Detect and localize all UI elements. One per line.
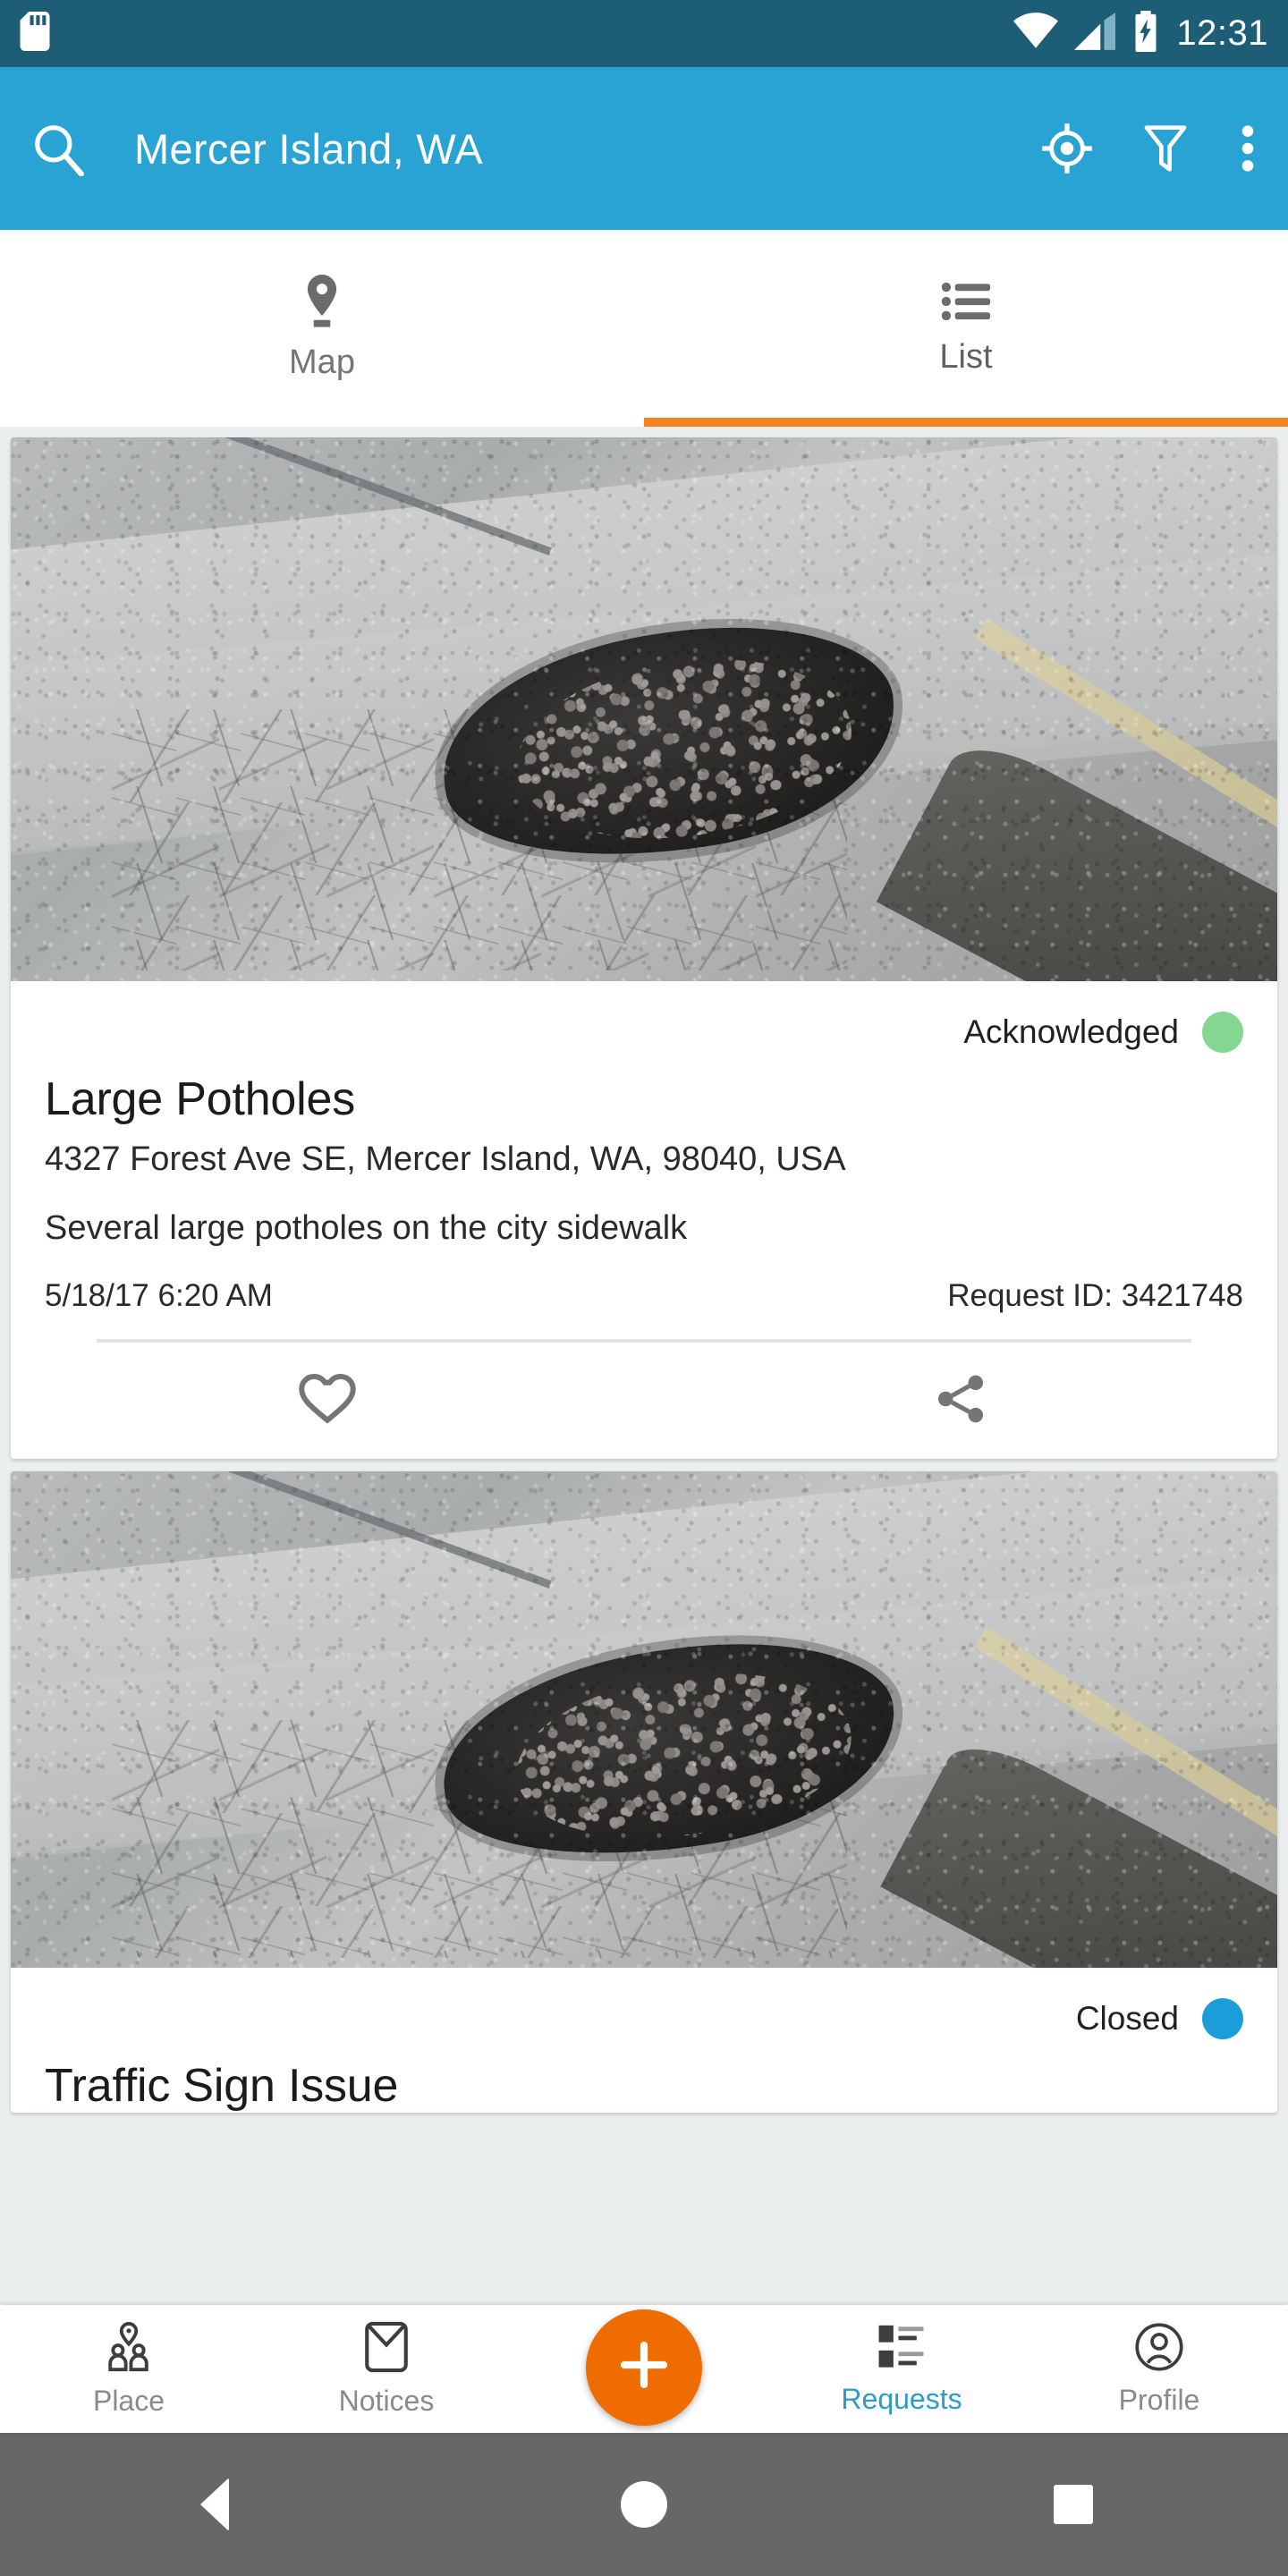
nav-label-notices: Notices xyxy=(338,2384,435,2417)
list-icon xyxy=(941,280,990,327)
heart-icon xyxy=(298,1372,357,1430)
sd-card-icon xyxy=(20,12,50,55)
cell-signal-icon xyxy=(1074,13,1116,55)
status-badge: Acknowledged xyxy=(45,997,1243,1056)
android-home-button[interactable] xyxy=(429,2481,859,2528)
request-card[interactable]: Acknowledged Large Potholes 4327 Forest … xyxy=(11,437,1277,1459)
status-label: Acknowledged xyxy=(963,1013,1179,1050)
nav-label-requests: Requests xyxy=(841,2382,962,2415)
home-circle-icon xyxy=(621,2481,667,2528)
request-card[interactable]: Closed Traffic Sign Issue xyxy=(11,1471,1277,2113)
envelope-icon xyxy=(363,2321,410,2377)
search-icon[interactable] xyxy=(30,121,86,176)
plus-icon xyxy=(616,2337,672,2397)
add-request-fab-wrapper xyxy=(515,2309,773,2426)
request-description: Several large potholes on the city sidew… xyxy=(45,1209,688,1247)
request-title: Large Potholes xyxy=(45,1073,356,1125)
my-location-icon[interactable] xyxy=(1041,123,1093,174)
status-label: Closed xyxy=(1075,2000,1179,2037)
map-pin-icon xyxy=(302,275,342,333)
tab-list[interactable]: List xyxy=(644,230,1288,427)
request-photo[interactable] xyxy=(11,437,1277,981)
tab-bar: Map List xyxy=(0,230,1288,427)
requests-list[interactable]: Acknowledged Large Potholes 4327 Forest … xyxy=(0,427,1288,2305)
android-navigation-bar xyxy=(0,2433,1288,2576)
app-bar: Mercer Island, WA xyxy=(0,67,1288,230)
back-triangle-icon xyxy=(200,2478,229,2531)
request-id: Request ID: 3421748 xyxy=(947,1278,1243,1313)
android-back-button[interactable] xyxy=(0,2478,429,2531)
request-title: Traffic Sign Issue xyxy=(45,2060,399,2112)
nav-item-notices[interactable]: Notices xyxy=(258,2321,515,2418)
recents-square-icon xyxy=(1054,2485,1093,2524)
like-button[interactable] xyxy=(11,1372,644,1430)
request-address: 4327 Forest Ave SE, Mercer Island, WA, 9… xyxy=(45,1140,846,1178)
share-icon xyxy=(933,1371,988,1431)
nav-item-requests[interactable]: Requests xyxy=(773,2323,1030,2416)
tab-active-indicator xyxy=(644,418,1288,427)
request-date: 5/18/17 6:20 AM xyxy=(45,1278,273,1313)
app-bar-title: Mercer Island, WA xyxy=(134,124,483,173)
tab-map[interactable]: Map xyxy=(0,230,644,427)
more-vertical-icon[interactable] xyxy=(1238,123,1258,174)
nav-label-profile: Profile xyxy=(1118,2383,1200,2416)
status-badge: Closed xyxy=(45,1984,1243,2043)
status-bar: 12:31 xyxy=(0,0,1288,67)
card-actions xyxy=(11,1343,1277,1459)
status-bar-clock: 12:31 xyxy=(1176,13,1268,53)
android-recents-button[interactable] xyxy=(859,2485,1288,2524)
profile-icon xyxy=(1134,2322,1184,2377)
request-photo[interactable] xyxy=(11,1471,1277,1968)
nav-item-place[interactable]: Place xyxy=(0,2321,258,2418)
requests-list-icon xyxy=(877,2323,927,2376)
filter-icon[interactable] xyxy=(1143,123,1188,174)
request-meta: 5/18/17 6:20 AM Request ID: 3421748 xyxy=(45,1278,1243,1314)
tab-list-label: List xyxy=(939,338,993,376)
place-people-icon xyxy=(103,2321,155,2377)
bottom-navigation: Place Notices Requests Profile xyxy=(0,2305,1288,2433)
tab-map-label: Map xyxy=(289,343,355,381)
nav-item-profile[interactable]: Profile xyxy=(1030,2322,1288,2417)
add-request-fab[interactable] xyxy=(586,2309,702,2426)
status-dot xyxy=(1202,1012,1243,1053)
battery-charging-icon xyxy=(1131,11,1160,56)
wifi-icon xyxy=(1013,13,1059,55)
nav-label-place: Place xyxy=(92,2384,165,2417)
share-button[interactable] xyxy=(644,1371,1277,1431)
status-dot xyxy=(1202,1998,1243,2039)
